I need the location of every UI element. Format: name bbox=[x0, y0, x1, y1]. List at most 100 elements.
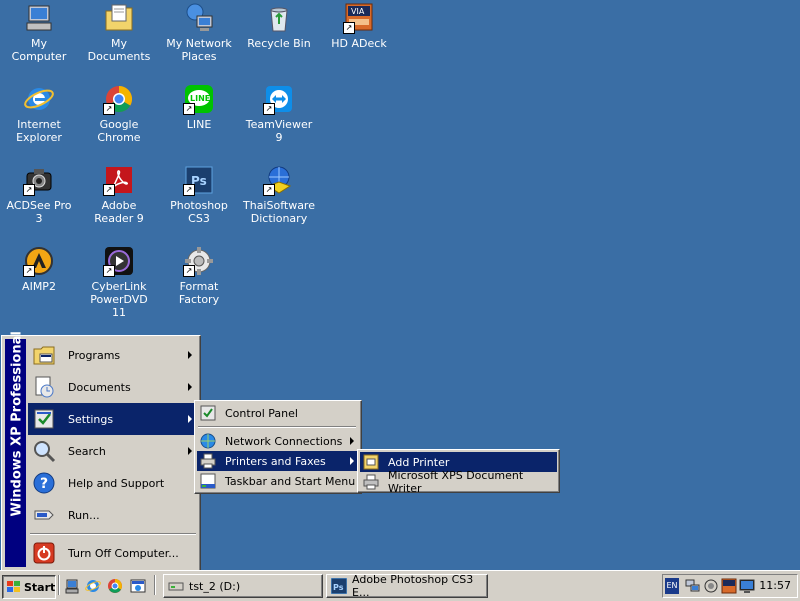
taskbar-separator bbox=[154, 575, 156, 595]
taskbar-button-photoshop[interactable]: Ps Adobe Photoshop CS3 E... bbox=[326, 573, 488, 599]
svg-text:VIA: VIA bbox=[351, 7, 365, 16]
quicklaunch-ie-icon[interactable] bbox=[85, 578, 101, 594]
desktop-icon-recycle-bin[interactable]: Recycle Bin bbox=[240, 2, 318, 50]
language-indicator[interactable]: EN bbox=[665, 578, 679, 594]
menu-item-label: Programs bbox=[68, 348, 121, 362]
printers-item-xps-writer[interactable]: Microsoft XPS Document Writer bbox=[360, 469, 557, 495]
shortcut-arrow-icon: ↗ bbox=[103, 265, 115, 277]
volume-tray-icon[interactable] bbox=[703, 578, 719, 594]
format-factory-icon: ↗ bbox=[183, 245, 215, 277]
desktop-icon-label: My Documents bbox=[87, 37, 151, 63]
settings-item-control-panel[interactable]: Control Panel bbox=[197, 403, 359, 423]
shortcut-arrow-icon: ↗ bbox=[103, 184, 115, 196]
desktop-icon-google-chrome[interactable]: ↗ Google Chrome bbox=[80, 83, 158, 144]
hd-adeck-icon: VIA ↗ bbox=[343, 2, 375, 34]
shortcut-arrow-icon: ↗ bbox=[343, 22, 355, 34]
desktop-icon-photoshop[interactable]: Ps ↗ Photoshop CS3 bbox=[160, 164, 238, 225]
desktop-icon-teamviewer[interactable]: ↗ TeamViewer 9 bbox=[240, 83, 318, 144]
desktop-icon-acdsee[interactable]: ↗ ACDSee Pro 3 bbox=[0, 164, 78, 225]
desktop-icon-format-factory[interactable]: ↗ Format Factory bbox=[160, 245, 238, 306]
settings-item-printers-and-faxes[interactable]: Printers and Faxes bbox=[197, 451, 359, 471]
dictionary-icon: ↗ bbox=[263, 164, 295, 196]
svg-text:?: ? bbox=[40, 476, 48, 492]
menu-item-label: Documents bbox=[68, 380, 131, 394]
shortcut-arrow-icon: ↗ bbox=[23, 184, 35, 196]
menu-item-label: Printers and Faxes bbox=[225, 454, 326, 468]
menu-item-label: Turn Off Computer... bbox=[68, 546, 179, 560]
quicklaunch-show-desktop-icon[interactable] bbox=[64, 578, 80, 594]
start-button[interactable]: Start bbox=[2, 575, 56, 599]
powerdvd-icon: ↗ bbox=[103, 245, 135, 277]
start-menu-banner: Windows XP Professional bbox=[9, 331, 25, 517]
acdsee-icon: ↗ bbox=[23, 164, 55, 196]
taskbar: Start tst_2 (D:) Ps Adobe Photoshop CS3 … bbox=[0, 570, 800, 601]
taskbar-button-label: tst_2 (D:) bbox=[189, 579, 241, 593]
submenu-arrow-icon bbox=[188, 351, 192, 359]
start-menu-item-search[interactable]: Search bbox=[28, 435, 198, 467]
photoshop-icon: Ps bbox=[330, 577, 348, 595]
aimp-icon: ↗ bbox=[23, 245, 55, 277]
desktop-icon-powerdvd[interactable]: ↗ CyberLink PowerDVD 11 bbox=[80, 245, 158, 319]
menu-separator bbox=[198, 426, 356, 428]
add-printer-icon bbox=[363, 454, 379, 470]
quicklaunch-chrome-icon[interactable] bbox=[107, 578, 123, 594]
desktop-icon-thaisoftware-dictionary[interactable]: ↗ ThaiSoftware Dictionary bbox=[240, 164, 318, 225]
settings-item-taskbar-and-start-menu[interactable]: Taskbar and Start Menu bbox=[197, 471, 359, 491]
menu-item-label: Run... bbox=[68, 508, 100, 522]
desktop-icon-label: Format Factory bbox=[178, 280, 220, 306]
desktop-icon-label: My Network Places bbox=[166, 37, 232, 63]
desktop-icon-label: Google Chrome bbox=[97, 118, 141, 144]
desktop-icon-label: Photoshop CS3 bbox=[170, 199, 228, 225]
adobe-reader-icon: ↗ bbox=[103, 164, 135, 196]
quicklaunch-desktop-icon[interactable] bbox=[130, 578, 146, 594]
start-menu-item-run[interactable]: Run... bbox=[28, 499, 198, 531]
internet-explorer-icon bbox=[23, 83, 55, 115]
settings-item-network-connections[interactable]: Network Connections bbox=[197, 431, 359, 451]
network-tray-icon[interactable] bbox=[685, 578, 701, 594]
hd-adeck-tray-icon[interactable] bbox=[721, 578, 737, 594]
display-tray-icon[interactable] bbox=[739, 578, 755, 594]
desktop-icon-label: LINE bbox=[186, 118, 212, 131]
start-menu-item-documents[interactable]: Documents bbox=[28, 371, 198, 403]
network-connections-icon bbox=[200, 433, 216, 449]
submenu-arrow-icon bbox=[188, 383, 192, 391]
desktop-icon-label: ACDSee Pro 3 bbox=[6, 199, 72, 225]
shortcut-arrow-icon: ↗ bbox=[263, 103, 275, 115]
desktop-icon-internet-explorer[interactable]: Internet Explorer bbox=[0, 83, 78, 144]
desktop-icon-my-documents[interactable]: My Documents bbox=[80, 2, 158, 63]
desktop-icon-hd-adeck[interactable]: VIA ↗ HD ADeck bbox=[320, 2, 398, 50]
programs-icon bbox=[32, 343, 56, 367]
desktop-icon-adobe-reader[interactable]: ↗ Adobe Reader 9 bbox=[80, 164, 158, 225]
menu-item-label: Add Printer bbox=[388, 455, 450, 469]
desktop-icon-line[interactable]: LINE ↗ LINE bbox=[160, 83, 238, 131]
line-icon: LINE ↗ bbox=[183, 83, 215, 115]
start-menu-item-settings[interactable]: Settings bbox=[28, 403, 198, 435]
control-panel-icon bbox=[200, 405, 216, 421]
menu-item-label: Search bbox=[68, 444, 106, 458]
clock[interactable]: 11:57 bbox=[759, 579, 791, 592]
start-menu-item-turn-off[interactable]: Turn Off Computer... bbox=[28, 537, 198, 569]
start-menu-item-help-and-support[interactable]: ? Help and Support bbox=[28, 467, 198, 499]
taskbar-button-tst2[interactable]: tst_2 (D:) bbox=[163, 574, 323, 598]
svg-text:Ps: Ps bbox=[333, 583, 344, 592]
menu-item-label: Settings bbox=[68, 412, 114, 426]
drive-icon bbox=[168, 578, 184, 594]
menu-item-label: Network Connections bbox=[225, 434, 343, 448]
my-documents-icon bbox=[103, 2, 135, 34]
settings-icon bbox=[32, 407, 56, 431]
desktop-icon-label: AIMP2 bbox=[22, 280, 56, 293]
desktop-icon-network-places[interactable]: My Network Places bbox=[160, 2, 238, 63]
desktop-icon-label: HD ADeck bbox=[331, 37, 387, 50]
settings-submenu: Control Panel Network Connections Printe… bbox=[194, 400, 362, 494]
start-menu-item-programs[interactable]: Programs bbox=[28, 339, 198, 371]
printers-submenu: Add Printer Microsoft XPS Document Write… bbox=[357, 449, 560, 495]
shortcut-arrow-icon: ↗ bbox=[183, 184, 195, 196]
menu-item-label: Control Panel bbox=[225, 406, 298, 420]
shortcut-arrow-icon: ↗ bbox=[23, 265, 35, 277]
shortcut-arrow-icon: ↗ bbox=[263, 184, 275, 196]
desktop-icon-aimp2[interactable]: ↗ AIMP2 bbox=[0, 245, 78, 293]
desktop-icon-my-computer[interactable]: My Computer bbox=[0, 2, 78, 63]
system-tray: EN 11:57 bbox=[662, 574, 798, 598]
menu-item-label: Taskbar and Start Menu bbox=[225, 474, 356, 488]
menu-item-label: Help and Support bbox=[68, 476, 165, 490]
